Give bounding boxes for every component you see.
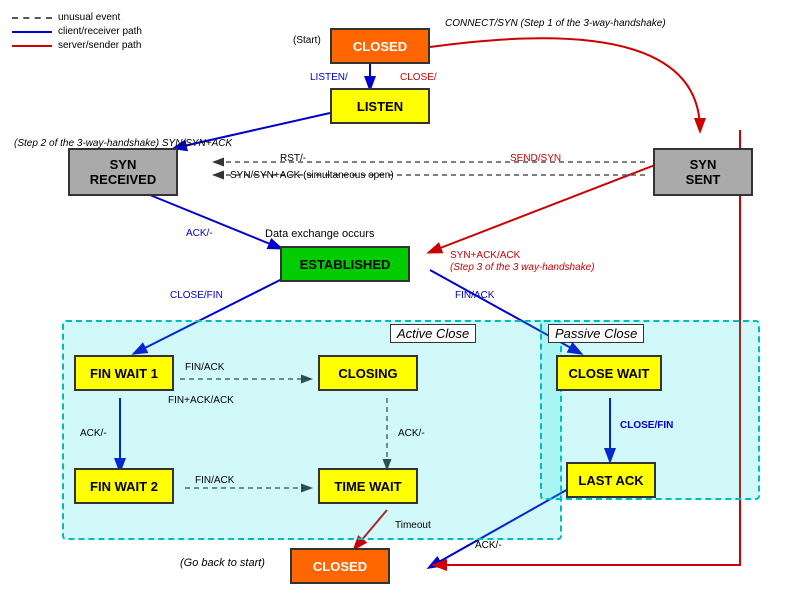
active-close-label: Active Close [390,324,476,343]
ack4-label: ACK/- [475,540,502,551]
close-fin2-label: CLOSE/FIN [620,420,673,431]
close-fin1-label: CLOSE/FIN [170,290,223,301]
legend-server: server/sender path [58,40,141,51]
fin-ack3-label: FIN/ACK [195,475,234,486]
established-state: ESTABLISHED [280,246,410,282]
fin-wait-2-state: FIN WAIT 2 [74,468,174,504]
legend: unusual event client/receiver path serve… [12,12,142,54]
close-a-label: CLOSE/ [400,72,437,83]
step3-label: (Step 3 of the 3 way-handshake) [450,262,595,273]
step2-label: (Step 2 of the 3-way-handshake) SYN/SYN+… [14,138,232,149]
syn-sent-state: SYN SENT [653,148,753,196]
close-wait-state: CLOSE WAIT [556,355,662,391]
last-ack-state: LAST ACK [566,462,656,498]
data-exchange-label: Data exchange occurs [265,228,374,240]
syn-received-state: SYN RECEIVED [68,148,178,196]
fin-wait-1-state: FIN WAIT 1 [74,355,174,391]
go-back-label: (Go back to start) [180,557,265,569]
send-syn-label: SEND/SYN [510,153,561,164]
ack1-label: ACK/- [186,228,213,239]
passive-close-label: Passive Close [548,324,644,343]
tcp-state-diagram: unusual event client/receiver path serve… [0,0,796,600]
listen-state: LISTEN [330,88,430,124]
legend-unusual: unusual event [58,12,120,23]
timeout-label: Timeout [395,520,431,531]
ack2-label: ACK/- [398,428,425,439]
rst-label: RST/- [280,153,306,164]
fin-ack2-label: FIN/ACK [185,362,224,373]
syn-syn-ack-label: SYN/SYN+ACK (simultaneous open) [230,170,394,181]
start-label: (Start) [293,35,321,46]
closed-top-state: CLOSED [330,28,430,64]
active-close-region [62,320,562,540]
step1-label: CONNECT/SYN (Step 1 of the 3-way-handsha… [445,18,666,29]
fin-ack-ack-label: FIN+ACK/ACK [168,395,234,406]
ack3-label: ACK/- [80,428,107,439]
closing-state: CLOSING [318,355,418,391]
legend-client: client/receiver path [58,26,142,37]
time-wait-state: TIME WAIT [318,468,418,504]
closed-bottom-state: CLOSED [290,548,390,584]
syn-ack-ack-label: SYN+ACK/ACK [450,250,520,261]
listen-a-label: LISTEN/ [310,72,348,83]
fin-ack1-label: FIN/ACK [455,290,494,301]
